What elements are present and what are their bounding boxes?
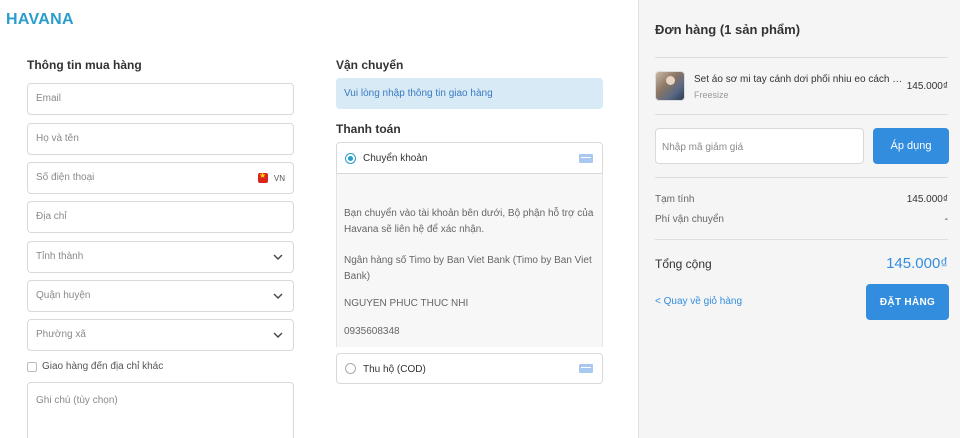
customer-info-title: Thông tin mua hàng — [27, 58, 142, 72]
ward-placeholder: Phường xã — [36, 329, 86, 340]
bank-info-intro: Bạn chuyển vào tài khoản bên dưới, Bộ ph… — [344, 208, 594, 235]
payment-radio-transfer[interactable] — [345, 153, 356, 164]
shipping-fee-value: - — [944, 214, 948, 225]
divider — [655, 177, 948, 178]
back-to-cart-link[interactable]: < Quay về giỏ hàng — [655, 296, 742, 307]
coupon-placeholder: Nhập mã giảm giá — [662, 142, 744, 153]
shipping-alert-text: Vui lòng nhập thông tin giao hàng — [344, 88, 493, 99]
product-name: Set áo sơ mi tay cánh dơi phối nhiu eo c… — [694, 74, 906, 85]
divider — [655, 114, 948, 115]
bank-info-bank: Ngân hàng số Timo by Ban Viet Bank (Timo… — [344, 255, 592, 282]
brand-logo[interactable]: HAVANA — [6, 11, 74, 29]
subtotal-label: Tạm tính — [655, 194, 695, 205]
shipping-title: Vận chuyển — [336, 58, 404, 72]
email-field[interactable]: Email — [27, 83, 294, 115]
total-label: Tổng cộng — [655, 257, 712, 271]
payment-label-transfer: Chuyển khoản — [363, 153, 428, 164]
apply-coupon-button[interactable]: Áp dụng — [873, 128, 949, 164]
chevron-down-icon — [273, 254, 283, 260]
phone-field[interactable]: Số điện thoại VN — [27, 162, 294, 194]
chevron-down-icon — [273, 293, 283, 299]
ship-other-address-checkbox[interactable] — [27, 361, 37, 372]
total-value: 145.000₫ — [886, 255, 948, 272]
chevron-down-icon — [273, 332, 283, 338]
shipping-alert: Vui lòng nhập thông tin giao hàng — [336, 78, 603, 109]
payment-label-cod: Thu hộ (COD) — [363, 364, 426, 375]
ship-other-address-label: Giao hàng đến địa chỉ khác — [42, 361, 164, 372]
divider — [655, 57, 948, 58]
address-field[interactable]: Địa chỉ — [27, 201, 294, 233]
bank-transfer-icon — [579, 154, 593, 163]
name-field[interactable]: Họ và tên — [27, 123, 294, 155]
ship-other-address-option[interactable]: Giao hàng đến địa chỉ khác — [27, 361, 163, 372]
subtotal-value: 145.000₫ — [906, 194, 948, 205]
divider — [655, 239, 948, 240]
product-variant: Freesize — [694, 90, 729, 100]
bank-info-account-name: NGUYEN PHUC THUC NHI — [344, 298, 469, 309]
order-summary-sidebar: Đơn hàng (1 sản phẩm) Set áo sơ mi tay c… — [638, 0, 960, 438]
payment-title: Thanh toán — [336, 122, 401, 136]
order-title: Đơn hàng (1 sản phẩm) — [655, 22, 801, 37]
payment-option-transfer[interactable]: Chuyển khoản — [336, 142, 603, 174]
phone-country-code[interactable]: VN — [274, 174, 285, 183]
payment-option-cod[interactable]: Thu hộ (COD) — [336, 353, 603, 384]
vietnam-flag-icon[interactable] — [258, 171, 268, 183]
product-thumbnail — [655, 71, 685, 101]
bank-info-account-number: 0935608348 — [344, 326, 400, 337]
note-textarea[interactable]: Ghi chú (tùy chọn) — [27, 382, 294, 438]
district-placeholder: Quận huyện — [36, 290, 91, 301]
product-price: 145.000₫ — [906, 81, 948, 92]
bank-info-panel: Bạn chuyển vào tài khoản bên dưới, Bộ ph… — [336, 174, 603, 347]
cash-icon — [579, 364, 593, 373]
shipping-fee-label: Phí vận chuyển — [655, 214, 724, 225]
phone-placeholder: Số điện thoại — [36, 172, 95, 183]
name-placeholder: Họ và tên — [36, 133, 79, 144]
province-placeholder: Tỉnh thành — [36, 251, 84, 262]
address-placeholder: Địa chỉ — [36, 211, 67, 222]
email-placeholder: Email — [36, 93, 62, 104]
ward-select[interactable]: Phường xã — [27, 319, 294, 351]
place-order-button[interactable]: ĐẶT HÀNG — [866, 284, 949, 320]
province-select[interactable]: Tỉnh thành — [27, 241, 294, 273]
note-placeholder: Ghi chú (tùy chọn) — [36, 395, 118, 406]
payment-radio-cod[interactable] — [345, 363, 356, 374]
district-select[interactable]: Quận huyện — [27, 280, 294, 312]
coupon-input[interactable]: Nhập mã giảm giá — [655, 128, 864, 164]
